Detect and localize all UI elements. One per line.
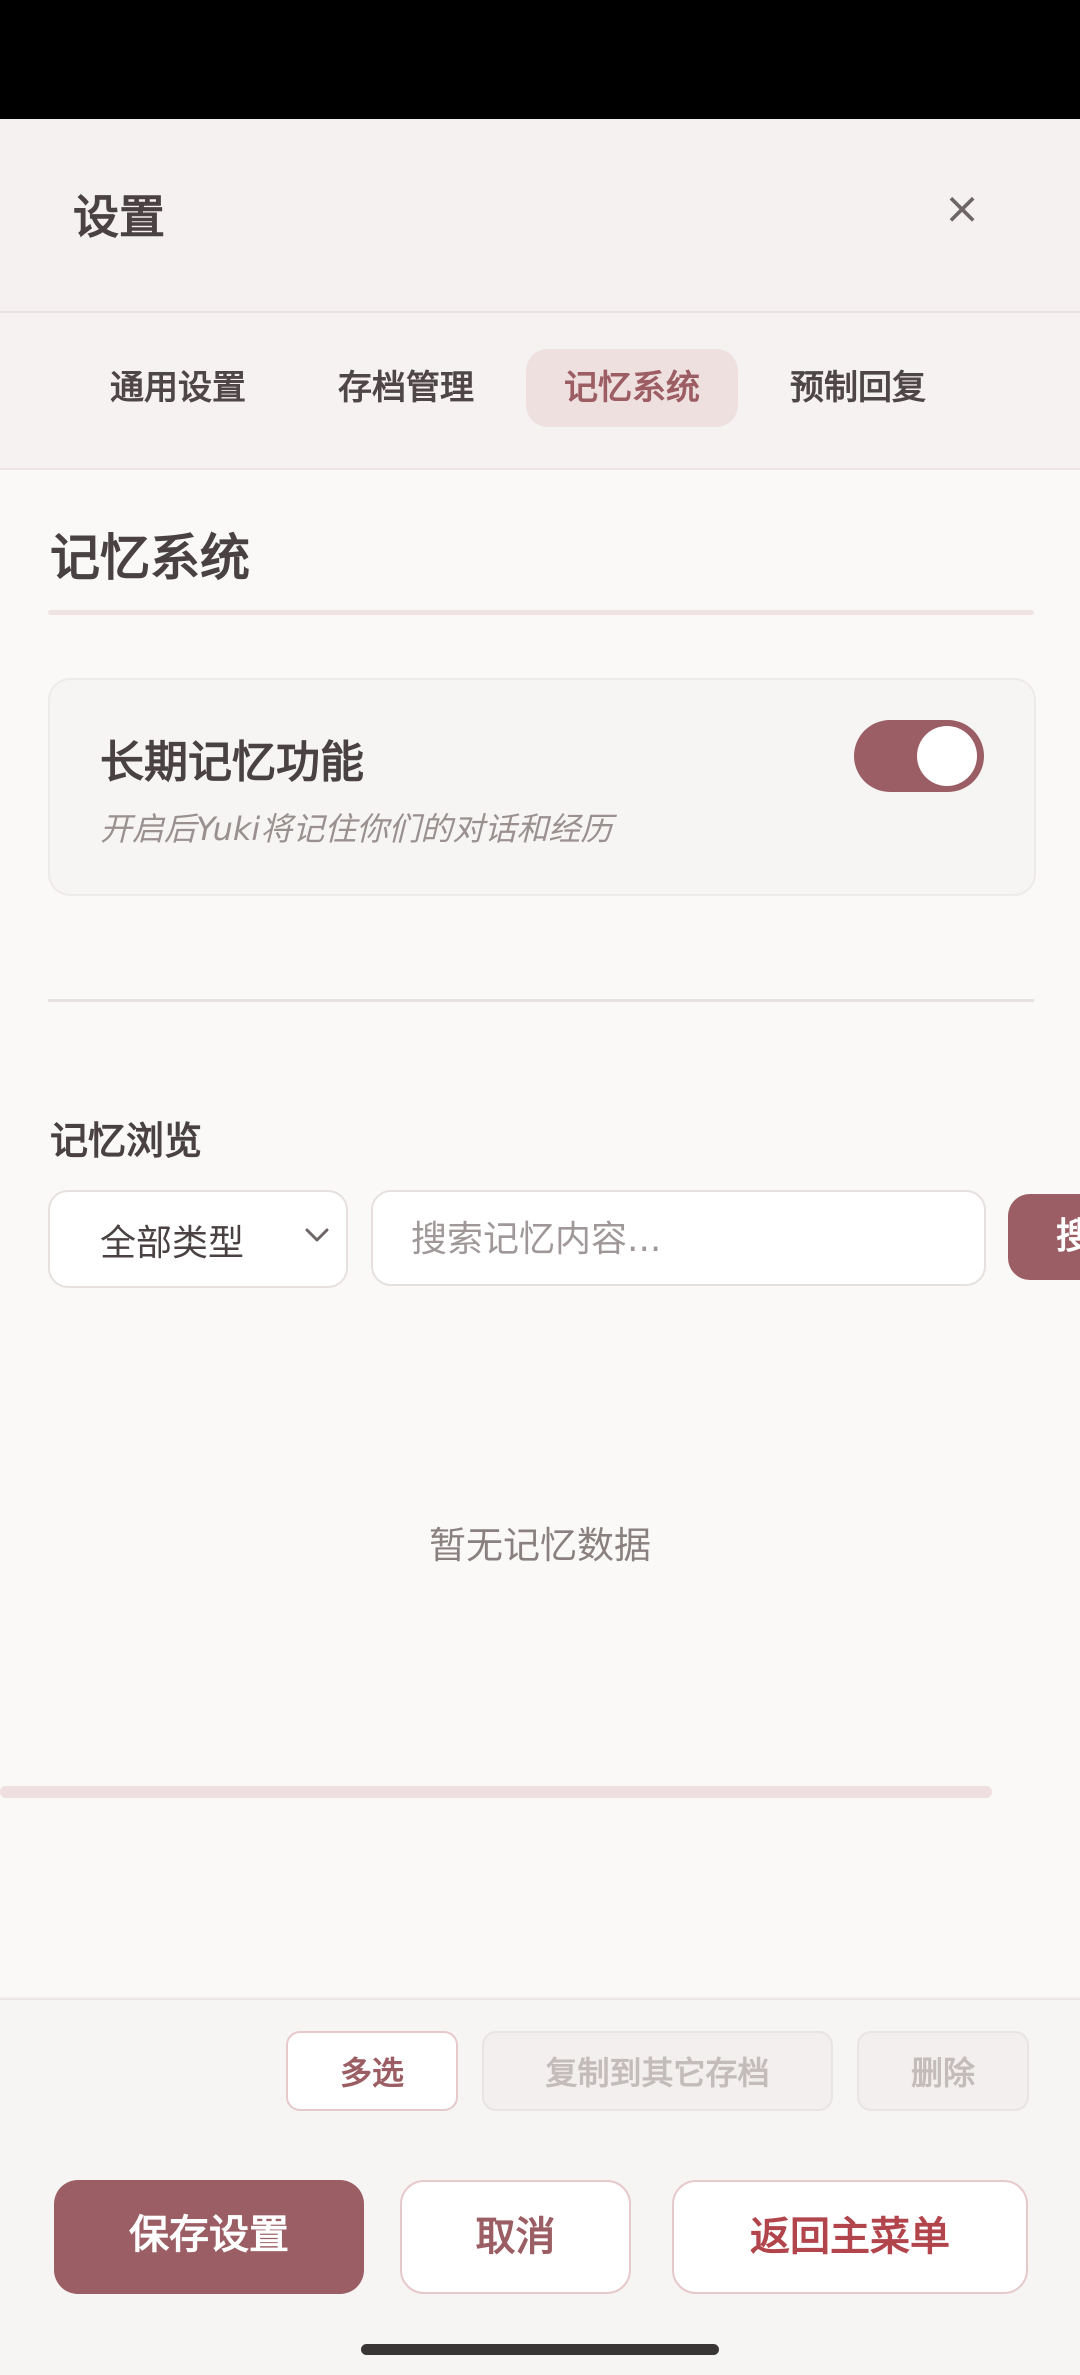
copy-to-other-save-button[interactable]: 复制到其它存档 (482, 2031, 833, 2111)
page-title: 设置 (73, 190, 165, 244)
search-button[interactable]: 搜索 (1008, 1194, 1080, 1280)
long-term-memory-card: 长期记忆功能 开启后Yuki将记住你们的对话和经历 (48, 678, 1036, 896)
section-title: 记忆系统 (50, 529, 250, 587)
horizontal-scrollbar[interactable] (0, 1786, 992, 1798)
multi-select-button[interactable]: 多选 (286, 2031, 458, 2111)
memory-browse-title: 记忆浏览 (50, 1119, 203, 1163)
save-settings-button[interactable]: 保存设置 (54, 2180, 364, 2294)
close-icon[interactable]: × (938, 181, 986, 237)
tab-preset-replies[interactable]: 预制回复 (768, 349, 948, 427)
delete-button[interactable]: 删除 (857, 2031, 1029, 2111)
divider (48, 999, 1034, 1002)
chevron-down-icon (305, 1228, 329, 1242)
toggle-knob (917, 726, 977, 786)
long-term-memory-toggle[interactable] (854, 720, 984, 792)
back-to-main-menu-button[interactable]: 返回主菜单 (672, 2180, 1028, 2294)
settings-content: 记忆系统 长期记忆功能 开启后Yuki将记住你们的对话和经历 记忆浏览 全部类型… (0, 470, 1080, 1996)
long-term-memory-description: 开启后Yuki将记住你们的对话和经历 (100, 810, 613, 848)
home-indicator[interactable] (361, 2344, 719, 2355)
memory-search-field[interactable] (371, 1190, 986, 1286)
status-bar (0, 0, 1080, 119)
empty-state-text: 暂无记忆数据 (429, 1524, 651, 1567)
tab-bar: 通用设置 存档管理 记忆系统 预制回复 (0, 313, 1080, 470)
cancel-button[interactable]: 取消 (400, 2180, 631, 2294)
footer-bar: 保存设置 取消 返回主菜单 (0, 2144, 1080, 2375)
memory-type-value: 全部类型 (100, 1223, 245, 1264)
long-term-memory-label: 长期记忆功能 (100, 737, 364, 788)
memory-type-select[interactable]: 全部类型 (48, 1190, 348, 1288)
memory-search-input[interactable] (409, 1212, 953, 1266)
tab-general[interactable]: 通用设置 (88, 349, 268, 427)
tab-saves[interactable]: 存档管理 (316, 349, 496, 427)
section-title-underline (48, 610, 1034, 615)
memory-actions-bar: 多选 复制到其它存档 删除 (0, 1998, 1080, 2146)
settings-header: 设置 × (0, 119, 1080, 313)
tab-memory[interactable]: 记忆系统 (526, 349, 738, 427)
